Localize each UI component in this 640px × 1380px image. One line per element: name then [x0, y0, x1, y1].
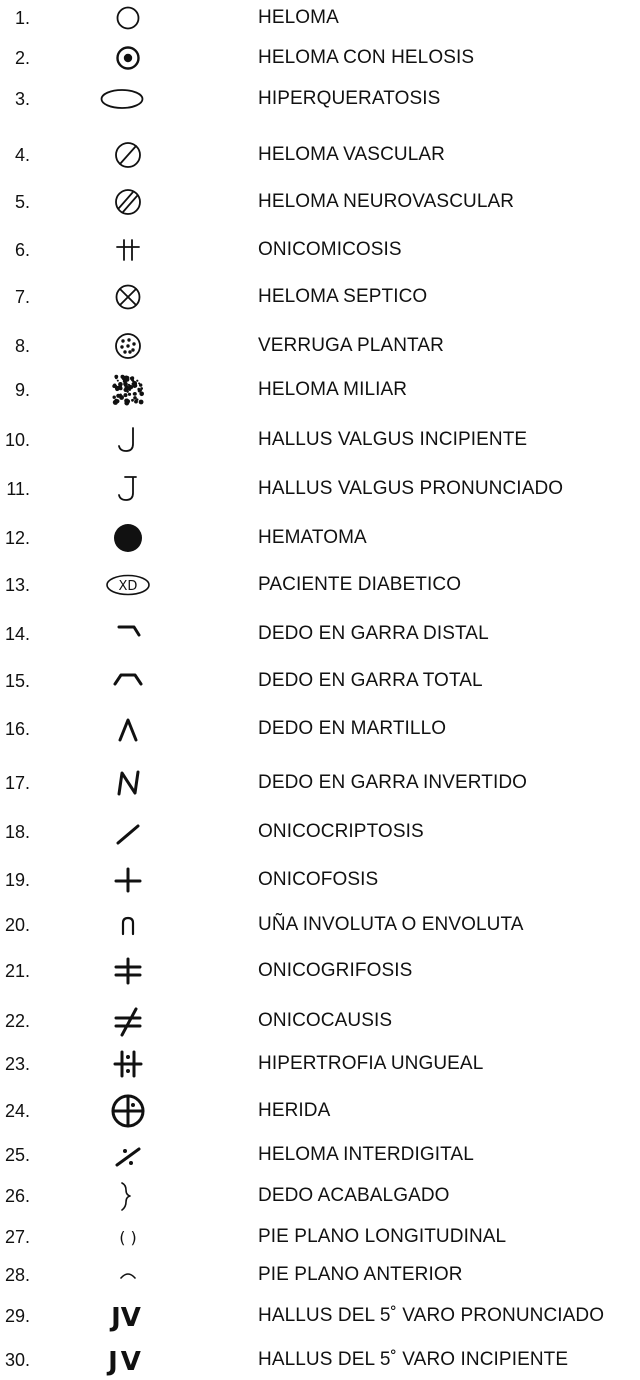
double-slashed-circle-icon [98, 182, 158, 222]
row-label: ONICOCAUSIS [258, 1010, 393, 1031]
symbol-text: JV [106, 1347, 144, 1377]
crossed-circle-icon [98, 277, 158, 317]
double-cross-icon [98, 230, 158, 270]
row-number: 5. [14, 192, 30, 212]
row-label: UÑA INVOLUTA O ENVOLUTA [258, 914, 524, 935]
row-label: HELOMA INTERDIGITAL [258, 1144, 474, 1165]
row-label: HIPERTROFIA UNGUEAL [258, 1053, 484, 1074]
row-number: 23. [4, 1054, 30, 1074]
row-label: HELOMA MILIAR [258, 379, 408, 400]
dotted-circle-icon [98, 38, 158, 78]
row-number: 17. [4, 773, 30, 793]
row-number: 18. [4, 822, 30, 842]
double-bar-cross-icon [98, 951, 158, 991]
diagonal-line-icon [98, 812, 158, 852]
row-label: HELOMA SEPTICO [258, 286, 428, 307]
row-label: HELOMA VASCULAR [258, 144, 445, 165]
row-number: 6. [14, 240, 30, 260]
row-label: HALLUS DEL 5˚ VARO INCIPIENTE [258, 1349, 569, 1370]
row-label: HELOMA NEUROVASCULAR [258, 191, 515, 212]
row-number: 26. [4, 1186, 30, 1206]
small-arc-icon [98, 1255, 158, 1295]
trapezoid-line-icon [98, 661, 158, 701]
row-label: HALLUS VALGUS INCIPIENTE [258, 429, 528, 450]
jv-pronounced-icon: JV [98, 1296, 158, 1336]
ellipse-icon [98, 79, 158, 119]
row-number: 3. [14, 89, 30, 109]
hook-icon [98, 420, 158, 460]
row-label: HELOMA [258, 7, 339, 28]
not-equal-icon [98, 1001, 158, 1041]
row-number: 13. [4, 575, 30, 595]
filled-circle-icon [98, 518, 158, 558]
row-number: 28. [4, 1265, 30, 1285]
row-label: HALLUS DEL 5˚ VARO PRONUNCIADO [258, 1305, 605, 1326]
slashed-circle-icon [98, 135, 158, 175]
row-number: 21. [4, 961, 30, 981]
symbol-text: JV [109, 1303, 141, 1333]
row-label: PIE PLANO ANTERIOR [258, 1264, 463, 1285]
row-number: 8. [14, 336, 30, 356]
row-number: 20. [4, 915, 30, 935]
dotted-hash-icon [98, 1044, 158, 1084]
row-number: 30. [4, 1350, 30, 1370]
brace-icon [98, 1176, 158, 1216]
row-label: HEMATOMA [258, 527, 367, 548]
row-label: ONICOFOSIS [258, 869, 379, 890]
j-hook-icon [98, 469, 158, 509]
row-number: 24. [4, 1101, 30, 1121]
row-label: HERIDA [258, 1100, 331, 1121]
row-label: DEDO EN GARRA TOTAL [258, 670, 483, 691]
row-number: 7. [14, 287, 30, 307]
xd-ellipse-icon: XD [98, 565, 158, 605]
row-number: 11. [6, 479, 30, 499]
target-circle-icon [98, 1091, 158, 1131]
symbol-text: ( ) [119, 1228, 137, 1247]
row-label: DEDO EN MARTILLO [258, 718, 447, 739]
row-number: 25. [4, 1145, 30, 1165]
row-label: DEDO EN GARRA DISTAL [258, 623, 489, 644]
n-zigzag-icon [98, 763, 158, 803]
row-label: DEDO ACABALGADO [258, 1185, 450, 1206]
row-label: HELOMA CON HELOSIS [258, 47, 475, 68]
row-number: 14. [4, 624, 30, 644]
symbol-text: XD [119, 579, 138, 594]
parentheses-icon: ( ) [98, 1217, 158, 1257]
row-label: VERRUGA PLANTAR [258, 335, 444, 356]
row-label: DEDO EN GARRA INVERTIDO [258, 772, 528, 793]
row-number: 1. [14, 8, 30, 28]
row-number: 4. [14, 145, 30, 165]
arch-icon [98, 905, 158, 945]
bent-line-icon [98, 614, 158, 654]
row-number: 19. [4, 870, 30, 890]
row-number: 15. [4, 671, 30, 691]
row-number: 22. [4, 1011, 30, 1031]
jv-incipient-icon: JV [98, 1340, 158, 1380]
dotted-circle-cluster-icon [98, 326, 158, 366]
circle-icon [98, 0, 158, 38]
row-label: HIPERQUERATOSIS [258, 88, 441, 109]
caret-icon [98, 709, 158, 749]
row-number: 12. [4, 528, 30, 548]
row-label: ONICOMICOSIS [258, 239, 402, 260]
row-label: ONICOGRIFOSIS [258, 960, 413, 981]
row-number: 9. [14, 380, 30, 400]
row-label: PACIENTE DIABETICO [258, 574, 462, 595]
inverted-t-icon [98, 860, 158, 900]
row-label: HALLUS VALGUS PRONUNCIADO [258, 478, 564, 499]
speckle-square-icon [98, 370, 158, 410]
row-label: ONICOCRIPTOSIS [258, 821, 424, 842]
row-number: 27. [4, 1227, 30, 1247]
row-number: 10. [4, 430, 30, 450]
row-label: PIE PLANO LONGITUDINAL [258, 1226, 507, 1247]
dotted-slash-icon [98, 1135, 158, 1175]
row-number: 29. [4, 1306, 30, 1326]
row-number: 2. [14, 48, 30, 68]
row-number: 16. [4, 719, 30, 739]
